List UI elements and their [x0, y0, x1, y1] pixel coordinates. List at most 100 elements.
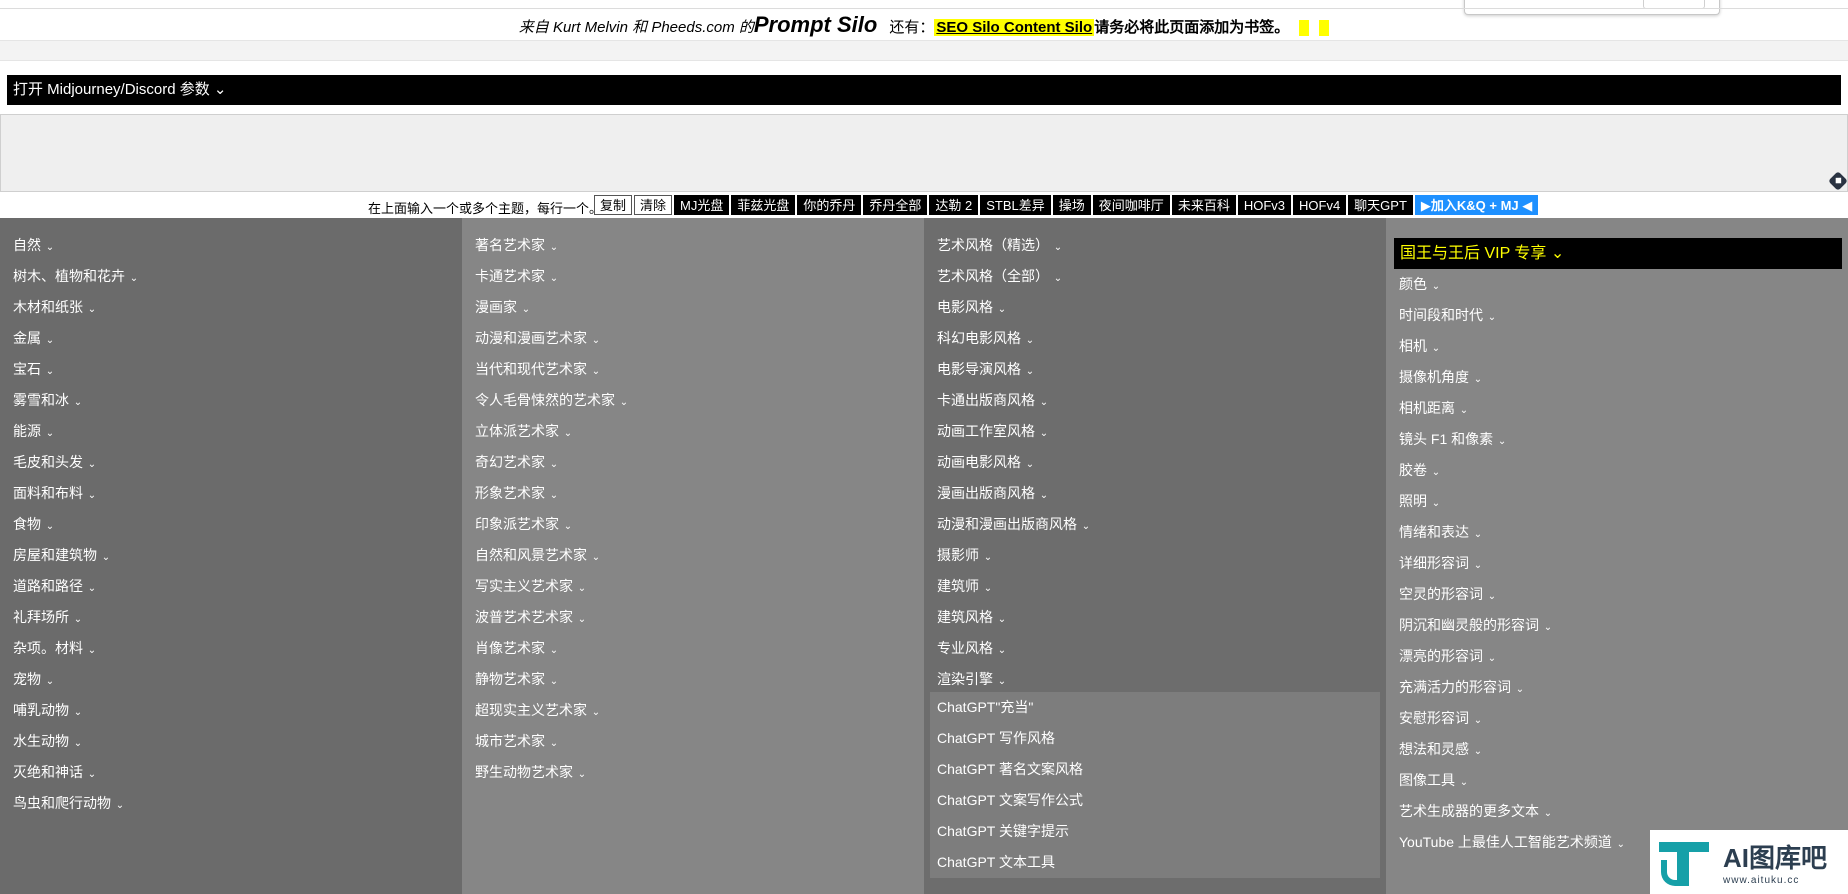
list-item[interactable]: 自然和风景艺术家 ⌄ — [462, 540, 924, 571]
list-item[interactable]: 肖像艺术家 ⌄ — [462, 633, 924, 664]
list-item[interactable]: 相机 ⌄ — [1386, 331, 1848, 362]
list-item[interactable]: 木材和纸张 ⌄ — [0, 292, 462, 323]
fizz-disc-button[interactable]: 菲兹光盘 — [731, 195, 796, 215]
list-item-label: 水生动物 — [13, 733, 69, 749]
jordan-all-button[interactable]: 乔丹全部 — [863, 195, 928, 215]
list-item[interactable]: ChatGPT 文本工具 — [930, 847, 1380, 878]
copy-button[interactable]: 复制 — [594, 195, 633, 215]
hofv3-button[interactable]: HOFv3 — [1237, 195, 1291, 215]
list-item[interactable]: 卡通出版商风格 ⌄ — [924, 385, 1386, 416]
list-item[interactable]: 写实主义艺术家 ⌄ — [462, 571, 924, 602]
future-wiki-button[interactable]: 未来百科 — [1171, 195, 1236, 215]
list-item[interactable]: 漫画出版商风格 ⌄ — [924, 478, 1386, 509]
list-item[interactable]: ChatGPT"充当" — [930, 692, 1380, 723]
list-item[interactable]: 图像工具 ⌄ — [1386, 765, 1848, 796]
list-item[interactable]: 阴沉和幽灵般的形容词 ⌄ — [1386, 610, 1848, 641]
playground-button[interactable]: 操场 — [1052, 195, 1091, 215]
stbl-diff-button[interactable]: STBL差异 — [980, 195, 1051, 215]
vip-item[interactable]: 国王与王后 VIP 专享 ⌄ — [1394, 238, 1842, 269]
list-item[interactable]: 动画工作室风格 ⌄ — [924, 416, 1386, 447]
list-item[interactable]: 安慰形容词 ⌄ — [1386, 703, 1848, 734]
list-item[interactable]: 著名艺术家 ⌄ — [462, 230, 924, 261]
list-item[interactable]: 食物 ⌄ — [0, 509, 462, 540]
list-item[interactable]: 科幻电影风格 ⌄ — [924, 323, 1386, 354]
topic-input[interactable] — [0, 114, 1848, 192]
list-item[interactable]: ChatGPT 关键字提示 — [930, 816, 1380, 847]
list-item[interactable]: 令人毛骨悚然的艺术家 ⌄ — [462, 385, 924, 416]
list-item[interactable]: 树木、植物和花卉 ⌄ — [0, 261, 462, 292]
list-item[interactable]: 艺术生成器的更多文本 ⌄ — [1386, 796, 1848, 827]
list-item[interactable]: 艺术风格（全部） ⌄ — [924, 261, 1386, 292]
list-item[interactable]: 专业风格 ⌄ — [924, 633, 1386, 664]
list-item[interactable]: 宝石 ⌄ — [0, 354, 462, 385]
list-item[interactable]: 艺术风格（精选） ⌄ — [924, 230, 1386, 261]
list-item[interactable]: 颜色 ⌄ — [1386, 269, 1848, 300]
chatgpt-button[interactable]: 聊天GPT — [1348, 195, 1413, 215]
list-item[interactable]: 毛皮和头发 ⌄ — [0, 447, 462, 478]
list-item[interactable]: 房屋和建筑物 ⌄ — [0, 540, 462, 571]
list-item[interactable]: 波普艺术艺术家 ⌄ — [462, 602, 924, 633]
seo-silo-link[interactable]: SEO Silo Content Silo — [934, 19, 1095, 36]
night-cafe-button[interactable]: 夜间咖啡厅 — [1092, 195, 1170, 215]
list-item[interactable]: 形象艺术家 ⌄ — [462, 478, 924, 509]
list-item[interactable]: ChatGPT 写作风格 — [930, 723, 1380, 754]
list-item[interactable]: 照明 ⌄ — [1386, 486, 1848, 517]
list-item[interactable]: 立体派艺术家 ⌄ — [462, 416, 924, 447]
dalle-2-button[interactable]: 达勒 2 — [929, 195, 979, 215]
list-item[interactable]: ChatGPT 著名文案风格 — [930, 754, 1380, 785]
list-item[interactable]: 摄像机角度 ⌄ — [1386, 362, 1848, 393]
your-jordan-button[interactable]: 你的乔丹 — [797, 195, 862, 215]
list-item[interactable]: 动漫和漫画艺术家 ⌄ — [462, 323, 924, 354]
list-item[interactable]: 超现实主义艺术家 ⌄ — [462, 695, 924, 726]
list-item[interactable]: 时间段和时代 ⌄ — [1386, 300, 1848, 331]
list-item[interactable]: 电影导演风格 ⌄ — [924, 354, 1386, 385]
list-item[interactable]: 静物艺术家 ⌄ — [462, 664, 924, 695]
list-item[interactable]: 灭绝和神话 ⌄ — [0, 757, 462, 788]
list-item[interactable]: 想法和灵感 ⌄ — [1386, 734, 1848, 765]
midjourney-params-toggle[interactable]: 打开 Midjourney/Discord 参数 ⌄ — [7, 75, 1841, 105]
list-item[interactable]: 空灵的形容词 ⌄ — [1386, 579, 1848, 610]
list-item[interactable]: 镜头 F1 和像素 ⌄ — [1386, 424, 1848, 455]
list-item[interactable]: 道路和路径 ⌄ — [0, 571, 462, 602]
join-kq-button[interactable]: ▶加入K&Q + MJ ◀ — [1414, 195, 1539, 215]
list-item[interactable]: 面料和布料 ⌄ — [0, 478, 462, 509]
list-item[interactable]: 哺乳动物 ⌄ — [0, 695, 462, 726]
list-item[interactable]: 充满活力的形容词 ⌄ — [1386, 672, 1848, 703]
list-item[interactable]: 自然 ⌄ — [0, 230, 462, 261]
list-item[interactable]: 电影风格 ⌄ — [924, 292, 1386, 323]
list-item[interactable]: 卡通艺术家 ⌄ — [462, 261, 924, 292]
list-item-label: 静物艺术家 — [475, 671, 545, 687]
hofv4-button[interactable]: HOFv4 — [1293, 195, 1347, 215]
list-item[interactable]: 漫画家 ⌄ — [462, 292, 924, 323]
list-item[interactable]: 情绪和表达 ⌄ — [1386, 517, 1848, 548]
list-item[interactable]: ChatGPT 文案写作公式 — [930, 785, 1380, 816]
clear-button[interactable]: 清除 — [634, 195, 673, 215]
list-item[interactable]: 能源 ⌄ — [0, 416, 462, 447]
list-item[interactable]: 鸟虫和爬行动物 ⌄ — [0, 788, 462, 819]
list-item[interactable]: 当代和现代艺术家 ⌄ — [462, 354, 924, 385]
list-item[interactable]: 雾雪和冰 ⌄ — [0, 385, 462, 416]
list-item[interactable]: 详细形容词 ⌄ — [1386, 548, 1848, 579]
list-item[interactable]: 城市艺术家 ⌄ — [462, 726, 924, 757]
chevron-down-icon: ⌄ — [85, 583, 97, 594]
list-item[interactable]: 印象派艺术家 ⌄ — [462, 509, 924, 540]
list-item[interactable]: 相机距离 ⌄ — [1386, 393, 1848, 424]
list-item[interactable]: 摄影师 ⌄ — [924, 540, 1386, 571]
list-item[interactable]: 建筑师 ⌄ — [924, 571, 1386, 602]
list-item[interactable]: 奇幻艺术家 ⌄ — [462, 447, 924, 478]
list-item[interactable]: 水生动物 ⌄ — [0, 726, 462, 757]
list-item[interactable]: 动画电影风格 ⌄ — [924, 447, 1386, 478]
list-item[interactable]: 建筑风格 ⌄ — [924, 602, 1386, 633]
list-item[interactable]: 漂亮的形容词 ⌄ — [1386, 641, 1848, 672]
list-item[interactable]: 动漫和漫画出版商风格 ⌄ — [924, 509, 1386, 540]
chevron-down-icon: ⌄ — [589, 707, 601, 718]
list-item[interactable]: 杂项。材料 ⌄ — [0, 633, 462, 664]
mj-disc-button[interactable]: MJ光盘 — [674, 195, 730, 215]
watermark-url: www.aituku.cc — [1723, 875, 1800, 886]
list-item[interactable]: 礼拜场所 ⌄ — [0, 602, 462, 633]
list-item[interactable]: 宠物 ⌄ — [0, 664, 462, 695]
list-item[interactable]: 胶卷 ⌄ — [1386, 455, 1848, 486]
list-item[interactable]: 金属 ⌄ — [0, 323, 462, 354]
list-item[interactable]: 渲染引擎 ⌄ — [924, 664, 1386, 695]
list-item[interactable]: 野生动物艺术家 ⌄ — [462, 757, 924, 788]
